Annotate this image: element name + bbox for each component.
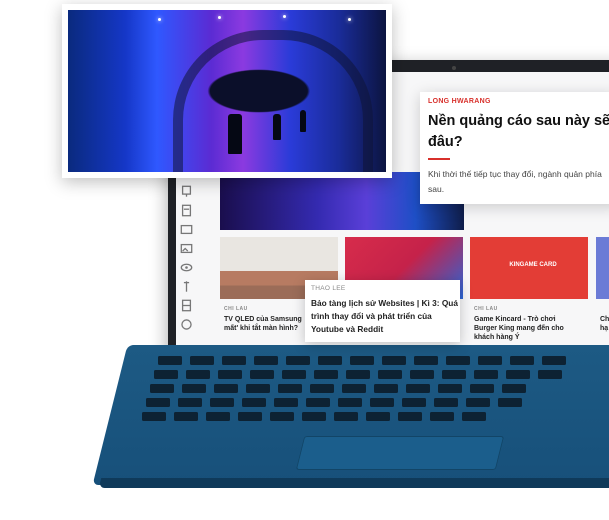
keyboard-key[interactable] — [210, 398, 234, 407]
thumb-partial[interactable] — [596, 237, 609, 299]
keyboard-key[interactable] — [150, 384, 174, 393]
keyboard-key[interactable] — [462, 412, 486, 421]
keyboard-key[interactable] — [398, 412, 422, 421]
keyboard-key[interactable] — [314, 370, 338, 379]
keyboard-key[interactable] — [154, 370, 178, 379]
keyboard-key[interactable] — [378, 370, 402, 379]
keyboard-key[interactable] — [334, 412, 358, 421]
keyboard-key[interactable] — [366, 412, 390, 421]
keyboard-key[interactable] — [278, 384, 302, 393]
keyboard-key[interactable] — [498, 398, 522, 407]
card-category: CHI LAU — [474, 306, 498, 312]
keyboard-key[interactable] — [270, 412, 294, 421]
keyboard-key[interactable] — [478, 356, 502, 365]
keyboard-key[interactable] — [350, 356, 374, 365]
keyboard-key[interactable] — [274, 398, 298, 407]
keyboard-key[interactable] — [250, 370, 274, 379]
keyboard-key[interactable] — [186, 370, 210, 379]
article-title[interactable]: Nền quảng cáo sau này sẽ đâu? — [428, 111, 609, 153]
keyboard-key[interactable] — [442, 370, 466, 379]
article-author[interactable]: LONG HWARANG — [428, 98, 491, 105]
keyboard-key[interactable] — [286, 356, 310, 365]
keyboard-key[interactable] — [238, 412, 262, 421]
keyboard-key[interactable] — [310, 384, 334, 393]
keyboard-key[interactable] — [470, 384, 494, 393]
keyboard-key[interactable] — [542, 356, 566, 365]
card-caption[interactable]: TV QLED của Samsung mất' khi tắt màn hìn… — [224, 315, 309, 333]
keyboard-key[interactable] — [142, 412, 166, 421]
keyboard-key[interactable] — [146, 398, 170, 407]
keyboard-key[interactable] — [414, 356, 438, 365]
keyboard-key[interactable] — [242, 398, 266, 407]
keyboard-key[interactable] — [254, 356, 278, 365]
keyboard-key[interactable] — [158, 356, 182, 365]
keyboard-key[interactable] — [438, 384, 462, 393]
image-icon[interactable] — [179, 241, 193, 255]
article-title[interactable]: Bảo tàng lịch sử Websites | Kì 3: Quá tr… — [311, 297, 459, 336]
keyboard-key[interactable] — [222, 356, 246, 365]
note-icon[interactable] — [179, 203, 193, 217]
keyboard-key[interactable] — [302, 412, 326, 421]
keyboard-key[interactable] — [214, 384, 238, 393]
keyboard-key[interactable] — [246, 384, 270, 393]
article-author[interactable]: THAO LEE — [311, 285, 346, 292]
keyboard-key[interactable] — [434, 398, 458, 407]
keyboard-key[interactable] — [538, 370, 562, 379]
keyboard-key[interactable] — [506, 370, 530, 379]
accent-divider — [428, 158, 450, 160]
card-category: CHI LAU — [224, 306, 248, 312]
card-caption[interactable]: Game Kincard - Trò chơi Burger King mang… — [474, 315, 574, 342]
keyboard-key[interactable] — [430, 412, 454, 421]
keyboard-key[interactable] — [402, 398, 426, 407]
keyboard-key[interactable] — [466, 398, 490, 407]
keyboard-key[interactable] — [374, 384, 398, 393]
plug-icon[interactable] — [179, 184, 193, 198]
article-excerpt: Khi thời thế tiếp tục thay đổi, ngành qu… — [428, 169, 602, 194]
keyboard-key[interactable] — [382, 356, 406, 365]
eye-icon[interactable] — [179, 260, 193, 274]
touchpad[interactable] — [295, 436, 505, 470]
keyboard-key[interactable] — [174, 412, 198, 421]
keyboard-key[interactable] — [370, 398, 394, 407]
keyboard-key[interactable] — [306, 398, 330, 407]
thumb-label: KINGAME CARD — [509, 262, 557, 268]
keyboard-key[interactable] — [282, 370, 306, 379]
card-caption[interactable]: Ch hạ — [600, 315, 609, 333]
circle-icon[interactable] — [179, 317, 193, 331]
keyboard-edge — [98, 478, 609, 488]
keyboard-key[interactable] — [206, 412, 230, 421]
keyboard-key[interactable] — [406, 384, 430, 393]
keyboard-key[interactable] — [178, 398, 202, 407]
brush-icon[interactable] — [179, 279, 193, 293]
keyboard-key[interactable] — [446, 356, 470, 365]
keyboard-key[interactable] — [182, 384, 206, 393]
key-grid — [140, 356, 609, 440]
hero-image[interactable] — [68, 10, 386, 172]
keyboard-key[interactable] — [474, 370, 498, 379]
layers-icon[interactable] — [179, 298, 193, 312]
keyboard-key[interactable] — [502, 384, 526, 393]
keyboard-key[interactable] — [338, 398, 362, 407]
thumb-kingame[interactable]: KINGAME CARD — [470, 237, 588, 299]
camera — [452, 66, 456, 70]
keyboard-key[interactable] — [218, 370, 242, 379]
keyboard-key[interactable] — [342, 384, 366, 393]
card-icon[interactable] — [179, 222, 193, 236]
keyboard-key[interactable] — [346, 370, 370, 379]
keyboard-key[interactable] — [510, 356, 534, 365]
keyboard-key[interactable] — [318, 356, 342, 365]
keyboard-key[interactable] — [410, 370, 434, 379]
keyboard-key[interactable] — [190, 356, 214, 365]
